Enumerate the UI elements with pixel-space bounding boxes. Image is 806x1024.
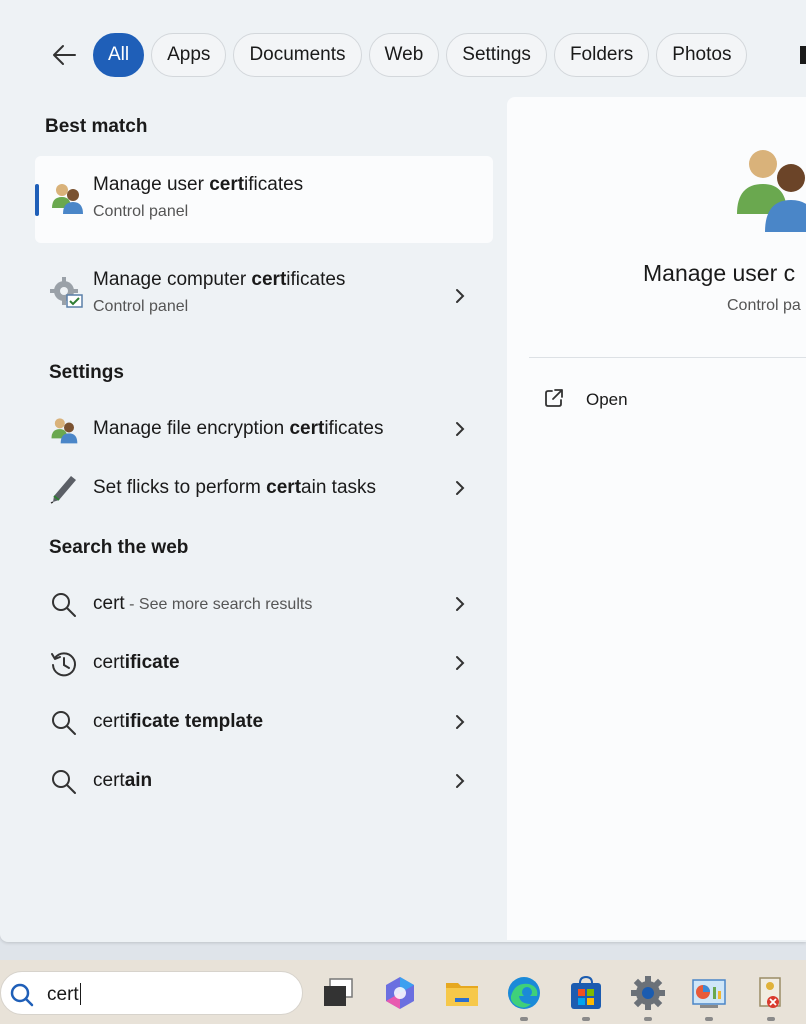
users-icon <box>52 184 83 214</box>
back-arrow-icon <box>53 45 76 65</box>
search-icon <box>52 770 76 794</box>
taskbar-search-input[interactable]: cert <box>0 971 303 1015</box>
chevron-right-icon[interactable] <box>453 479 467 497</box>
running-indicator <box>644 1017 652 1021</box>
preview-divider <box>529 357 806 358</box>
users-icon <box>737 150 806 232</box>
tab-documents[interactable]: Documents <box>233 33 362 77</box>
chevron-right-icon[interactable] <box>453 420 467 438</box>
selection-indicator <box>35 184 39 216</box>
chevron-right-icon[interactable] <box>453 287 467 305</box>
result-subtitle: Control panel <box>93 203 189 220</box>
search-flyout: All Apps Documents Web Settings Folders … <box>0 0 806 942</box>
running-indicator <box>767 1017 775 1021</box>
copilot-icon[interactable] <box>381 974 419 1012</box>
web-result-certificate-template[interactable]: certificate template <box>35 696 493 748</box>
chevron-right-icon[interactable] <box>453 595 467 613</box>
users-icon <box>51 418 78 444</box>
web-result-cert[interactable]: cert - See more search results <box>35 578 493 630</box>
web-result-text: certificate template <box>93 711 264 732</box>
web-result-certificate[interactable]: certificate <box>35 637 493 689</box>
certificate-app-icon[interactable] <box>752 974 790 1012</box>
chevron-right-icon[interactable] <box>453 772 467 790</box>
web-result-text: certificate <box>93 652 180 673</box>
result-title: Manage user certificates <box>93 174 304 195</box>
back-button[interactable] <box>46 37 82 73</box>
result-title: Manage file encryption certificates <box>93 418 384 439</box>
result-manage-user-certificates[interactable]: Manage user certificates Control panel <box>35 156 493 243</box>
tab-web[interactable]: Web <box>368 33 440 77</box>
cert-gear-icon <box>50 277 83 308</box>
filter-tabs: All Apps Documents Web Settings Folders … <box>93 33 748 77</box>
result-title: Set flicks to perform certain tasks <box>93 477 377 498</box>
search-icon <box>52 711 76 735</box>
settings-heading: Settings <box>49 362 124 383</box>
text-caret <box>80 983 81 1005</box>
web-result-text: cert - See more search results <box>93 593 313 614</box>
control-panel-icon[interactable] <box>690 974 728 1012</box>
chevron-right-icon[interactable] <box>453 713 467 731</box>
tab-all[interactable]: All <box>93 33 145 77</box>
result-set-flicks[interactable]: Set flicks to perform certain tasks <box>35 462 493 514</box>
settings-gear-icon[interactable] <box>629 974 667 1012</box>
result-manage-file-encryption-certificates[interactable]: Manage file encryption certificates <box>35 403 493 455</box>
result-title: Manage computer certificates <box>93 269 346 290</box>
web-result-text: certain <box>93 770 153 791</box>
result-manage-computer-certificates[interactable]: Manage computer certificates Control pan… <box>35 251 493 338</box>
preview-subtitle: Control pa <box>727 297 801 314</box>
running-indicator <box>705 1017 713 1021</box>
taskbar: cert <box>0 960 806 1024</box>
open-button[interactable]: Open <box>543 385 703 415</box>
preview-pane: Manage user c Control pa Open <box>507 97 806 940</box>
best-match-heading: Best match <box>45 116 148 137</box>
more-tabs-indicator[interactable] <box>800 46 806 64</box>
running-indicator <box>582 1017 590 1021</box>
search-web-heading: Search the web <box>49 537 189 558</box>
result-subtitle: Control panel <box>93 298 189 315</box>
store-icon[interactable] <box>567 974 605 1012</box>
open-label: Open <box>586 390 628 409</box>
tab-photos[interactable]: Photos <box>656 33 748 77</box>
task-view-icon[interactable] <box>320 974 358 1012</box>
preview-title: Manage user c <box>643 260 796 286</box>
search-query-text: cert <box>47 984 79 1005</box>
web-result-certain[interactable]: certain <box>35 755 493 807</box>
edge-icon[interactable] <box>505 974 543 1012</box>
open-external-icon <box>545 389 563 407</box>
search-icon <box>10 983 34 1007</box>
tab-folders[interactable]: Folders <box>553 33 650 77</box>
tab-settings[interactable]: Settings <box>446 33 547 77</box>
tab-apps[interactable]: Apps <box>151 33 227 77</box>
pen-icon <box>50 476 76 504</box>
chevron-right-icon[interactable] <box>453 654 467 672</box>
running-indicator <box>520 1017 528 1021</box>
file-explorer-icon[interactable] <box>443 974 481 1012</box>
history-icon <box>51 652 76 677</box>
search-icon <box>52 593 76 617</box>
